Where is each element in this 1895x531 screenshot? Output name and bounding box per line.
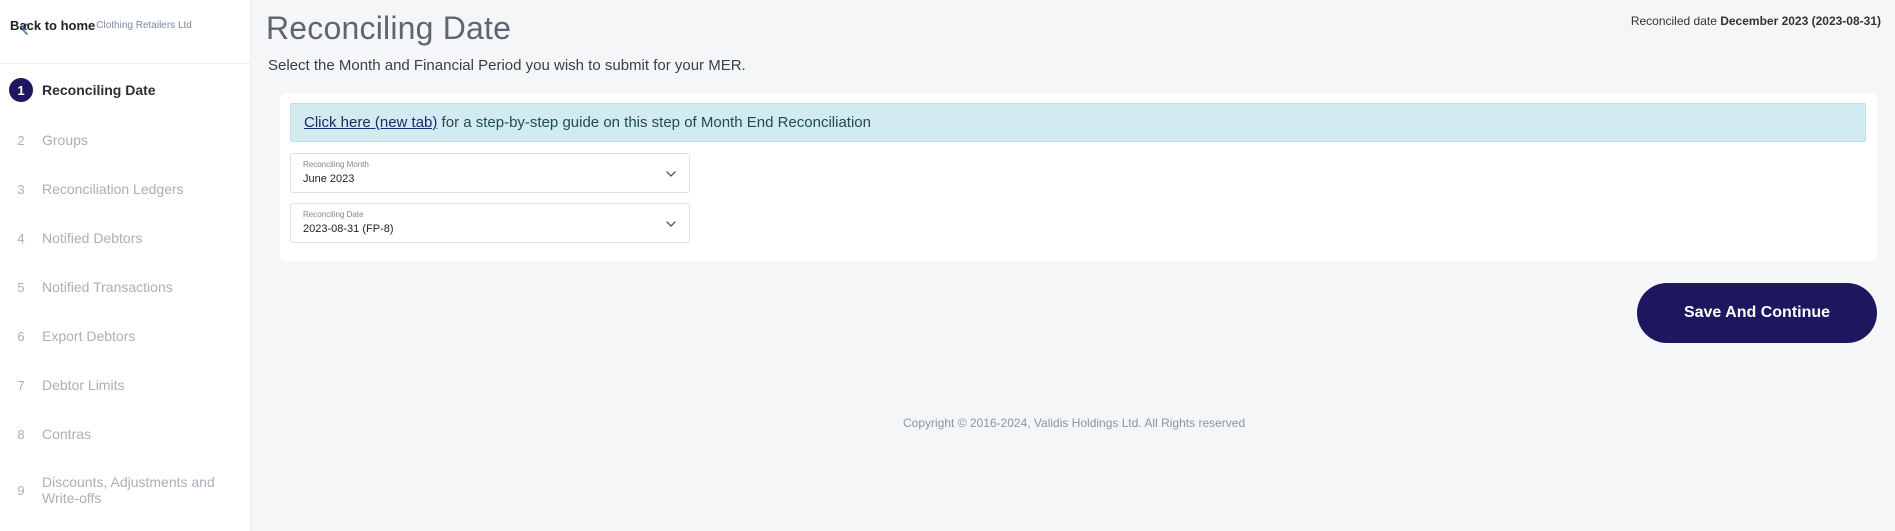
page-title: Reconciling Date	[266, 10, 512, 46]
reconciled-date-value: December 2023 (2023-08-31)	[1720, 14, 1881, 28]
reconciled-date-info: Reconciled date December 2023 (2023-08-3…	[1631, 14, 1881, 28]
step-number: 7	[17, 377, 25, 393]
reconciling-month-value: June 2023	[303, 173, 355, 185]
guide-link[interactable]: Click here (new tab)	[304, 114, 437, 131]
reconciling-date-select[interactable]: Reconciling Date 2023-08-31 (FP-8)	[290, 203, 690, 243]
company-name: Clothing Retailers Ltd	[96, 20, 192, 31]
step-item-export-debtors[interactable]: 6 Export Debtors	[0, 321, 250, 351]
step-label: Export Debtors	[42, 328, 136, 344]
step-number: 2	[17, 132, 25, 148]
guide-banner: Click here (new tab) for a step-by-step …	[290, 103, 1866, 142]
reconciling-date-card: Click here (new tab) for a step-by-step …	[280, 93, 1877, 261]
step-item-debtor-limits[interactable]: 7 Debtor Limits	[0, 370, 250, 400]
step-label: Notified Debtors	[42, 230, 143, 246]
reconciling-date-value: 2023-08-31 (FP-8)	[303, 223, 394, 235]
guide-text: for a step-by-step guide on this step of…	[437, 114, 871, 131]
main-content: Reconciling Date Reconciled date Decembe…	[252, 0, 1895, 531]
step-item-reconciliation-ledgers[interactable]: 3 Reconciliation Ledgers	[0, 174, 250, 204]
step-item-discounts-adjustments[interactable]: 9 Discounts, Adjustments and Write-offs	[0, 472, 250, 508]
save-and-continue-button[interactable]: Save And Continue	[1637, 283, 1877, 343]
reconciling-month-select[interactable]: Reconciling Month June 2023	[290, 153, 690, 193]
step-label: Reconciling Date	[42, 82, 156, 98]
reconciling-month-label: Reconciling Month	[303, 160, 369, 169]
step-number: 4	[17, 230, 25, 246]
step-number: 9	[17, 482, 25, 498]
page-subtitle: Select the Month and Financial Period yo…	[268, 57, 746, 74]
reconciled-date-prefix: Reconciled date	[1630, 14, 1717, 28]
step-label: Debtor Limits	[42, 377, 125, 393]
step-label: Notified Transactions	[42, 279, 173, 295]
step-number: 3	[17, 181, 25, 197]
step-item-contras[interactable]: 8 Contras	[0, 419, 250, 449]
step-item-notified-debtors[interactable]: 4 Notified Debtors	[0, 223, 250, 253]
back-to-home-link[interactable]: Back to home Clothing Retailers Ltd	[10, 18, 192, 33]
step-item-groups[interactable]: 2 Groups	[0, 125, 250, 155]
step-label: Discounts, Adjustments and Write-offs	[42, 474, 215, 506]
step-number: 1	[9, 78, 33, 102]
app-root: Back to home Clothing Retailers Ltd 1 Rec…	[0, 0, 1895, 531]
step-number: 6	[17, 328, 25, 344]
sidebar-header: Back to home Clothing Retailers Ltd	[0, 0, 250, 64]
step-label: Reconciliation Ledgers	[42, 181, 184, 197]
step-label: Groups	[42, 132, 88, 148]
chevron-down-icon	[666, 221, 676, 227]
copyright-footer: Copyright © 2016-2024, Validis Holdings …	[903, 416, 1246, 430]
step-label: Contras	[42, 426, 92, 442]
sidebar: Back to home Clothing Retailers Ltd 1 Rec…	[0, 0, 251, 531]
reconciling-date-label: Reconciling Date	[303, 210, 364, 219]
step-item-notified-transactions[interactable]: 5 Notified Transactions	[0, 272, 250, 302]
step-number: 8	[17, 426, 25, 442]
back-to-home-label: Back to home	[10, 18, 96, 33]
step-number: 5	[17, 279, 25, 295]
chevron-down-icon	[666, 171, 676, 177]
step-item-reconciling-date[interactable]: 1 Reconciling Date	[0, 75, 250, 105]
